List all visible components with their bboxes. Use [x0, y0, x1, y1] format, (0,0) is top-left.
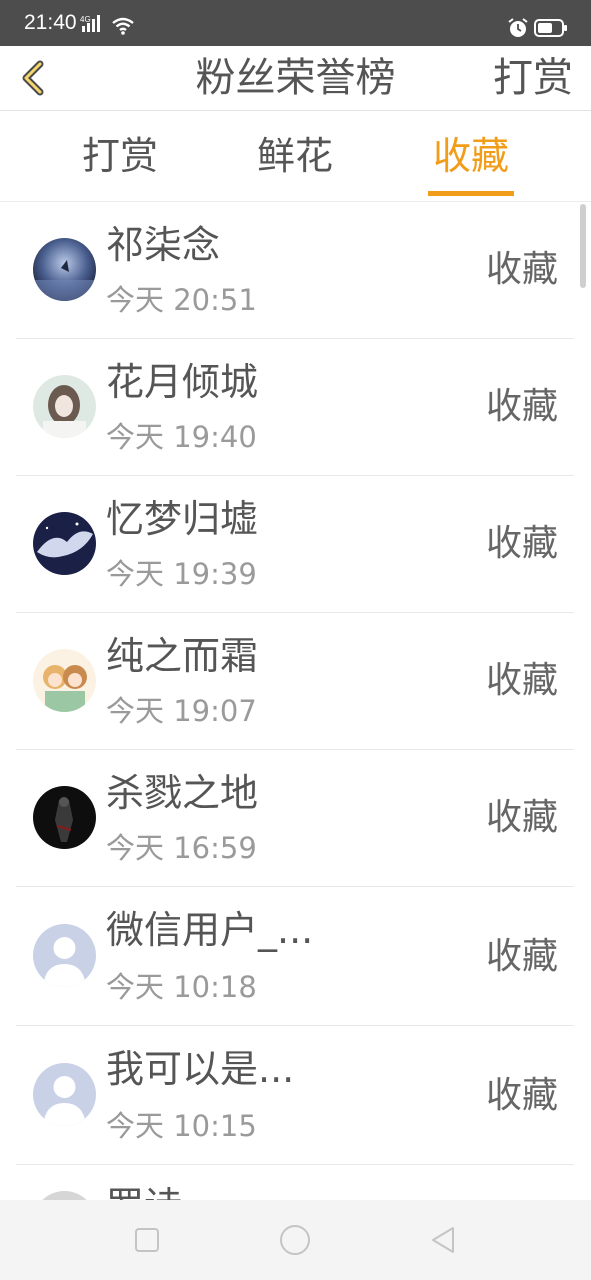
item-action-label: 收藏	[485, 523, 558, 564]
default-avatar-icon	[33, 924, 96, 987]
user-name: 微信用户_...	[106, 908, 314, 952]
reward-button[interactable]: 打赏	[493, 52, 573, 104]
user-name: 罗诗…	[106, 1181, 220, 1200]
item-time: 今天 16:59	[106, 831, 257, 865]
scrollbar[interactable]	[580, 204, 586, 288]
list-item[interactable]: 杀戮之地 今天 16:59 收藏	[16, 750, 574, 887]
tab-bar: 打赏 鲜花 收藏	[0, 111, 591, 202]
status-bar: 21:40 4G	[0, 0, 591, 46]
avatar	[33, 1191, 96, 1200]
list-item[interactable]: 祁柒念 今天 20:51 收藏	[16, 202, 574, 339]
list-item[interactable]: 花月倾城 今天 19:40 收藏	[16, 339, 574, 476]
item-action-label: 收藏	[485, 797, 558, 838]
item-action-label: 收藏	[485, 936, 558, 977]
app-screen: 21:40 4G 粉丝荣誉榜 打赏 打赏 鲜花 收藏 祁柒念 今天 20:51 …	[0, 0, 591, 1280]
avatar	[33, 238, 96, 301]
user-name: 我可以是...	[106, 1047, 295, 1091]
user-name: 忆梦归墟	[106, 497, 259, 541]
back-icon[interactable]	[425, 1222, 461, 1258]
item-action-label: 收藏	[485, 1075, 558, 1116]
fan-list: 祁柒念 今天 20:51 收藏 花月倾城 今天 19:40 收藏 忆梦归墟 今天…	[0, 202, 591, 1200]
list-item[interactable]: 罗诗…	[16, 1165, 574, 1200]
battery-icon	[534, 19, 567, 37]
list-item[interactable]: 纯之而霜 今天 19:07 收藏	[16, 613, 574, 750]
item-time: 今天 19:40	[106, 420, 257, 454]
avatar	[33, 786, 96, 849]
tab-flowers[interactable]: 鲜花	[235, 131, 355, 191]
item-time: 今天 10:15	[106, 1109, 257, 1143]
avatar	[33, 375, 96, 438]
item-time: 今天 19:39	[106, 557, 257, 591]
list-item[interactable]: 微信用户_... 今天 10:18 收藏	[16, 887, 574, 1026]
user-name: 花月倾城	[106, 360, 259, 404]
avatar	[33, 512, 96, 575]
wifi-icon	[112, 17, 134, 35]
user-name: 纯之而霜	[106, 634, 259, 678]
alarm-icon	[508, 18, 528, 37]
item-action-label: 收藏	[485, 386, 558, 427]
status-time: 21:40	[24, 11, 77, 34]
user-name: 杀戮之地	[106, 771, 259, 815]
recent-apps-icon[interactable]	[129, 1222, 165, 1258]
item-action-label: 收藏	[485, 249, 558, 290]
list-item[interactable]: 我可以是... 今天 10:15 收藏	[16, 1026, 574, 1165]
item-time: 今天 10:18	[106, 970, 257, 1004]
network-type-label: 4G	[80, 15, 91, 24]
item-time: 今天 19:07	[106, 694, 257, 728]
home-icon[interactable]	[277, 1222, 313, 1258]
tab-favorites[interactable]: 收藏	[411, 131, 531, 191]
user-name: 祁柒念	[106, 223, 221, 267]
list-item[interactable]: 忆梦归墟 今天 19:39 收藏	[16, 476, 574, 613]
avatar	[33, 649, 96, 712]
item-action-label: 收藏	[485, 660, 558, 701]
active-tab-indicator	[428, 191, 514, 196]
item-time: 今天 20:51	[106, 283, 257, 317]
header-bar: 粉丝荣誉榜 打赏	[0, 46, 591, 111]
system-nav-bar	[0, 1200, 591, 1280]
default-avatar-icon	[33, 1063, 96, 1126]
signal-icon: 4G	[80, 15, 100, 32]
tab-reward[interactable]: 打赏	[60, 131, 180, 191]
